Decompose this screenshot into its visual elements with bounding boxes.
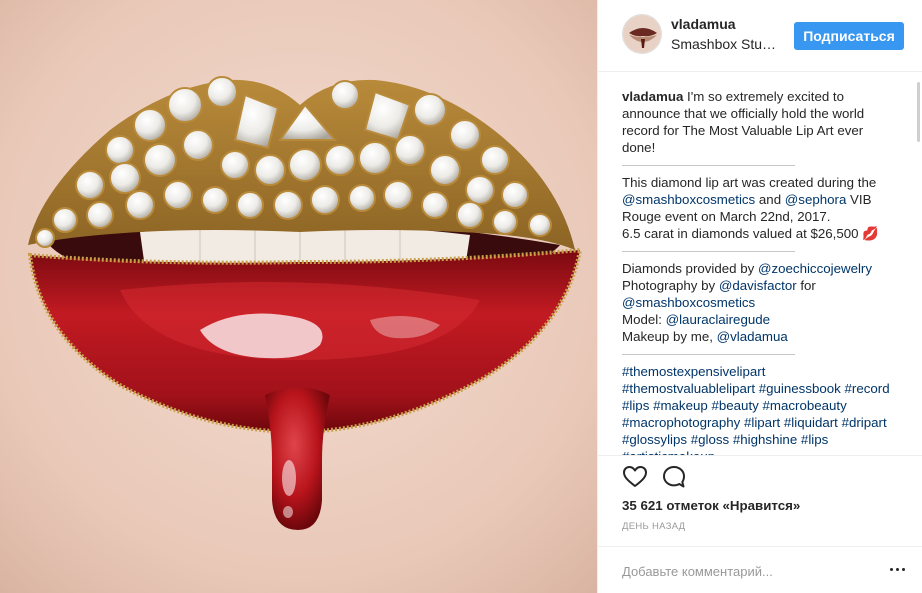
caption-divider <box>622 354 795 355</box>
caption-text: Photography by <box>622 278 719 293</box>
hashtag-link[interactable]: #makeup <box>653 398 708 413</box>
caption-text: 6.5 carat in diamonds valued at $26,500 <box>622 226 863 241</box>
caption-username[interactable]: vladamua <box>622 89 683 104</box>
hashtag-link[interactable]: #themostvaluablelipart <box>622 381 755 396</box>
mention-link[interactable]: @sephora <box>785 192 847 207</box>
hashtag-link[interactable]: #dripart <box>842 415 887 430</box>
header-username[interactable]: vladamua <box>671 16 736 32</box>
hashtag-link[interactable]: #glossylips <box>622 432 687 447</box>
action-bar <box>598 455 922 495</box>
mention-link[interactable]: @smashboxcosmetics <box>622 192 755 207</box>
caption-area: vladamua I'm so extremely excited to ann… <box>598 72 922 455</box>
hashtag-link[interactable]: #macrobeauty <box>763 398 847 413</box>
hashtag-link[interactable]: #lips <box>622 398 649 413</box>
mention-link[interactable]: @smashboxcosmetics <box>622 295 755 310</box>
caption-text: Model: <box>622 312 666 327</box>
post-timestamp[interactable]: День назад <box>622 521 685 532</box>
caption-text: for <box>796 278 816 293</box>
likes-count[interactable]: 35 621 отметок «Нравится» <box>622 498 800 513</box>
hashtag-link[interactable]: #record <box>845 381 890 396</box>
hashtag-link[interactable]: #highshine <box>733 432 797 447</box>
hashtag-link[interactable]: #beauty <box>711 398 758 413</box>
header-location[interactable]: Smashbox Stu… <box>671 36 776 52</box>
mention-link[interactable]: @davisfactor <box>719 278 797 293</box>
hashtag-link[interactable]: #macrophotography <box>622 415 740 430</box>
hashtag-link[interactable]: #gloss <box>691 432 729 447</box>
follow-button[interactable]: Подписаться <box>794 22 904 50</box>
hashtag-link[interactable]: #lips <box>801 432 828 447</box>
kiss-emoji-icon: 💋 <box>862 226 879 241</box>
avatar[interactable] <box>622 14 662 54</box>
scrollbar-thumb[interactable] <box>917 82 920 142</box>
post-image[interactable] <box>0 0 597 593</box>
post-sidebar: vladamua Smashbox Stu… Подписаться vlada… <box>597 0 922 593</box>
hashtag-link[interactable]: #liquidart <box>784 415 838 430</box>
lip-art-illustration <box>0 0 597 593</box>
more-options-icon[interactable] <box>890 568 906 574</box>
mention-link[interactable]: @zoechiccojewelry <box>758 261 872 276</box>
caption: vladamua I'm so extremely excited to ann… <box>622 88 899 455</box>
heart-icon[interactable] <box>622 464 648 490</box>
caption-text: This diamond lip art was created during … <box>622 175 877 190</box>
caption-divider <box>622 251 795 252</box>
mention-link[interactable]: @vladamua <box>717 329 788 344</box>
caption-scrollbar[interactable] <box>917 78 920 438</box>
caption-divider <box>622 165 795 166</box>
caption-text: Diamonds provided by <box>622 261 758 276</box>
mention-link[interactable]: @lauraclairegude <box>666 312 770 327</box>
hashtag-link[interactable]: #themostexpensivelipart <box>622 364 765 379</box>
comment-input[interactable] <box>622 561 872 581</box>
comment-form <box>598 546 922 593</box>
caption-text: and <box>755 192 785 207</box>
avatar-image-icon <box>623 15 661 53</box>
comment-icon[interactable] <box>661 464 687 490</box>
hashtag-link[interactable]: #guinessbook <box>759 381 841 396</box>
hashtag-list: #themostexpensivelipart #themostvaluable… <box>622 364 890 455</box>
hashtag-link[interactable]: #lipart <box>744 415 780 430</box>
caption-text: Makeup by me, <box>622 329 717 344</box>
post-header: vladamua Smashbox Stu… Подписаться <box>598 0 922 72</box>
